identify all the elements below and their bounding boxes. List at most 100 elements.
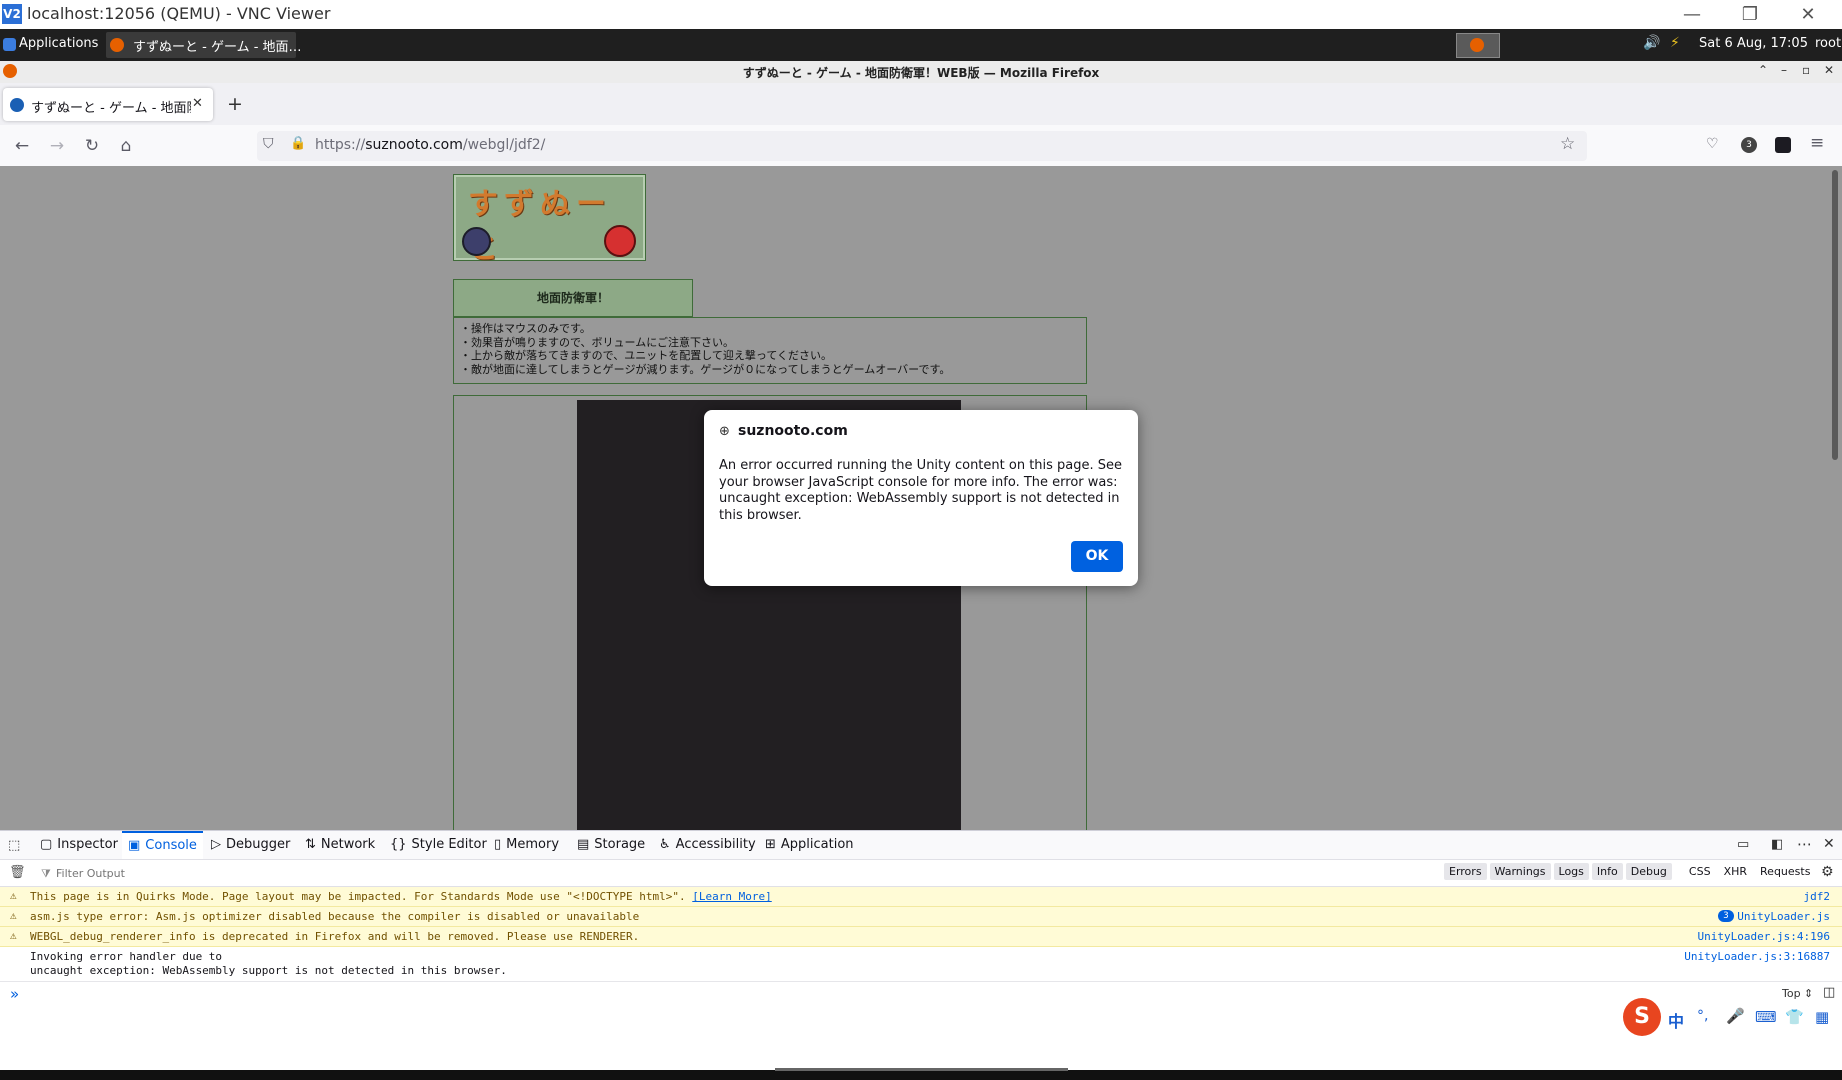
workspace-firefox-icon — [1470, 38, 1484, 52]
split-editor-icon[interactable]: ◫ — [1823, 985, 1835, 1000]
minimize-icon[interactable]: — — [1663, 2, 1721, 27]
dialog-ok-button[interactable]: OK — [1071, 541, 1123, 572]
toolbox-icon[interactable]: ▦ — [1815, 1008, 1829, 1026]
tab-application-label: Application — [780, 837, 854, 852]
ime-mode-label[interactable]: 中 — [1668, 1008, 1684, 1032]
volume-icon[interactable]: 🔊 — [1643, 35, 1660, 51]
devtools-more-icon[interactable]: ⋯ — [1797, 835, 1812, 853]
skin-icon[interactable]: 👕 — [1785, 1008, 1804, 1026]
url-text[interactable]: https://suznooto.com/webgl/jdf2/ — [315, 137, 545, 153]
responsive-design-icon[interactable]: ▭ — [1737, 837, 1749, 852]
panel-user[interactable]: root — [1815, 36, 1841, 51]
instructions-box: ・操作はマウスのみです。 ・効果音が鳴りますので、ボリュームにご注意下さい。 ・… — [453, 317, 1087, 384]
filter-xhr-button[interactable]: XHR — [1719, 863, 1752, 880]
style-editor-icon: {} — [390, 837, 407, 852]
message-source-link[interactable]: UnityLoader.js — [1737, 910, 1830, 923]
vnc-window-title: localhost:12056 (QEMU) - VNC Viewer — [27, 4, 331, 23]
window-minimize-icon[interactable]: – — [1781, 63, 1787, 77]
lock-icon[interactable]: 🔒 — [290, 136, 306, 151]
power-icon[interactable]: ⚡ — [1670, 35, 1680, 51]
filter-logs-button[interactable]: Logs — [1553, 863, 1589, 880]
console-prompt-icon: » — [10, 985, 20, 1003]
home-icon[interactable]: ⌂ — [114, 134, 138, 158]
filter-warnings-button[interactable]: Warnings — [1489, 863, 1551, 880]
dialog-message: An error occurred running the Unity cont… — [719, 458, 1123, 523]
tracking-protection-icon[interactable]: ⛉ — [263, 136, 274, 152]
message-text: This page is in Quirks Mode. Page layout… — [30, 890, 772, 903]
message-source-link[interactable]: UnityLoader.js:3:16887 — [1684, 950, 1830, 963]
tab-debugger-label: Debugger — [226, 837, 291, 852]
window-shade-icon[interactable]: ⌃ — [1758, 63, 1768, 77]
back-icon[interactable]: ← — [10, 134, 34, 158]
tab-favicon-icon — [10, 98, 24, 112]
tab-application[interactable]: ⊞ Application — [765, 831, 854, 859]
message-source-link[interactable]: UnityLoader.js:4:196 — [1698, 930, 1830, 943]
new-tab-icon[interactable]: + — [227, 93, 243, 115]
warning-icon: ⚠ — [10, 889, 17, 902]
tab-memory[interactable]: ▯ Memory — [494, 831, 559, 859]
site-logo[interactable]: すずぬーと — [453, 174, 646, 266]
bookmark-star-icon[interactable]: ☆ — [1560, 134, 1575, 154]
tab-style-editor[interactable]: {} Style Editor — [390, 831, 487, 859]
tab-debugger[interactable]: ▷ Debugger — [211, 831, 290, 859]
game-title-box: 地面防衛軍！ — [453, 279, 693, 317]
devtools-close-icon[interactable]: ✕ — [1823, 836, 1835, 852]
filter-info-button[interactable]: Info — [1591, 863, 1623, 880]
ime-punctuation-icon[interactable]: °, — [1697, 1008, 1708, 1024]
extension-badge-icon[interactable]: 3 — [1741, 137, 1757, 153]
console-settings-gear-icon[interactable]: ⚙ — [1821, 864, 1834, 880]
vnc-bottom-edge — [0, 1070, 1842, 1080]
clear-console-icon[interactable]: 🗑 — [9, 865, 26, 880]
tab-storage[interactable]: ▤ Storage — [577, 831, 645, 859]
microphone-icon[interactable]: 🎤 — [1726, 1007, 1745, 1025]
page-scrollbar[interactable] — [1832, 170, 1838, 460]
red-mascot-icon — [604, 225, 636, 257]
url-domain: suznooto.com — [365, 137, 463, 153]
restore-icon[interactable]: ❐ — [1721, 2, 1779, 27]
keyboard-icon[interactable]: ⌨ — [1755, 1008, 1777, 1026]
filter-icon: ⧩ — [41, 867, 51, 880]
filter-debug-button[interactable]: Debug — [1625, 863, 1672, 880]
url-scheme: https:// — [315, 137, 366, 153]
reload-icon[interactable]: ↻ — [80, 134, 104, 158]
game-title: 地面防衛軍！ — [536, 291, 609, 305]
filter-css-button[interactable]: CSS — [1684, 863, 1716, 880]
filter-requests-button[interactable]: Requests — [1755, 863, 1815, 880]
applications-menu[interactable]: Applications — [19, 36, 98, 51]
window-close-icon[interactable]: ✕ — [1824, 63, 1834, 77]
context-selector[interactable]: Top ⇕ — [1782, 987, 1813, 1000]
panel-clock[interactable]: Sat 6 Aug, 17:05 — [1699, 36, 1808, 51]
network-icon: ⇅ — [305, 837, 316, 852]
vnc-bottom-handle — [775, 1068, 1068, 1071]
extension-icon[interactable] — [1775, 137, 1791, 153]
forward-icon[interactable]: → — [45, 134, 69, 158]
tab-title: すずぬーと - ゲーム - 地面防 — [31, 101, 191, 116]
alert-dialog: ⊕ suznooto.com An error occurred running… — [704, 410, 1138, 586]
firefox-window-title: すずぬーと - ゲーム - 地面防衛軍！WEB版 — Mozilla Firef… — [742, 66, 1100, 80]
close-icon[interactable]: ✕ — [1779, 2, 1837, 27]
tab-network-label: Network — [320, 837, 376, 852]
instruction-line: ・敵が地面に達してしまうとゲージが減ります。ゲージが０になってしまうとゲームオー… — [460, 362, 951, 376]
tab-close-icon[interactable]: ✕ — [192, 96, 203, 111]
tab-network[interactable]: ⇅ Network — [305, 831, 375, 859]
pocket-icon[interactable]: ♡ — [1706, 136, 1719, 152]
application-icon: ⊞ — [765, 837, 776, 852]
dock-side-icon[interactable]: ◧ — [1771, 837, 1783, 852]
console-input[interactable] — [30, 985, 1730, 1003]
vnc-logo-icon: V2 — [2, 4, 22, 24]
learn-more-link[interactable]: [Learn More] — [692, 890, 771, 903]
element-picker-icon[interactable]: ⬚ — [8, 838, 20, 853]
filter-output-input[interactable] — [54, 863, 458, 883]
tab-console[interactable]: ▣ Console — [122, 831, 203, 859]
window-maximize-icon[interactable]: ▫ — [1802, 63, 1810, 77]
message-text: asm.js type error: Asm.js optimizer disa… — [30, 910, 640, 923]
message-source-link[interactable]: jdf2 — [1804, 890, 1831, 903]
menu-hamburger-icon[interactable]: ≡ — [1810, 133, 1824, 153]
filter-errors-button[interactable]: Errors — [1444, 863, 1487, 880]
console-message-warning: ⚠ This page is in Quirks Mode. Page layo… — [0, 887, 1842, 907]
applications-menu-icon[interactable] — [3, 38, 16, 51]
tab-accessibility[interactable]: ♿ Accessibility — [659, 831, 756, 859]
tab-inspector[interactable]: ▢ Inspector — [40, 831, 118, 859]
sogou-ime-icon[interactable]: S — [1623, 998, 1661, 1036]
message-text: WEBGL_debug_renderer_info is deprecated … — [30, 930, 640, 943]
